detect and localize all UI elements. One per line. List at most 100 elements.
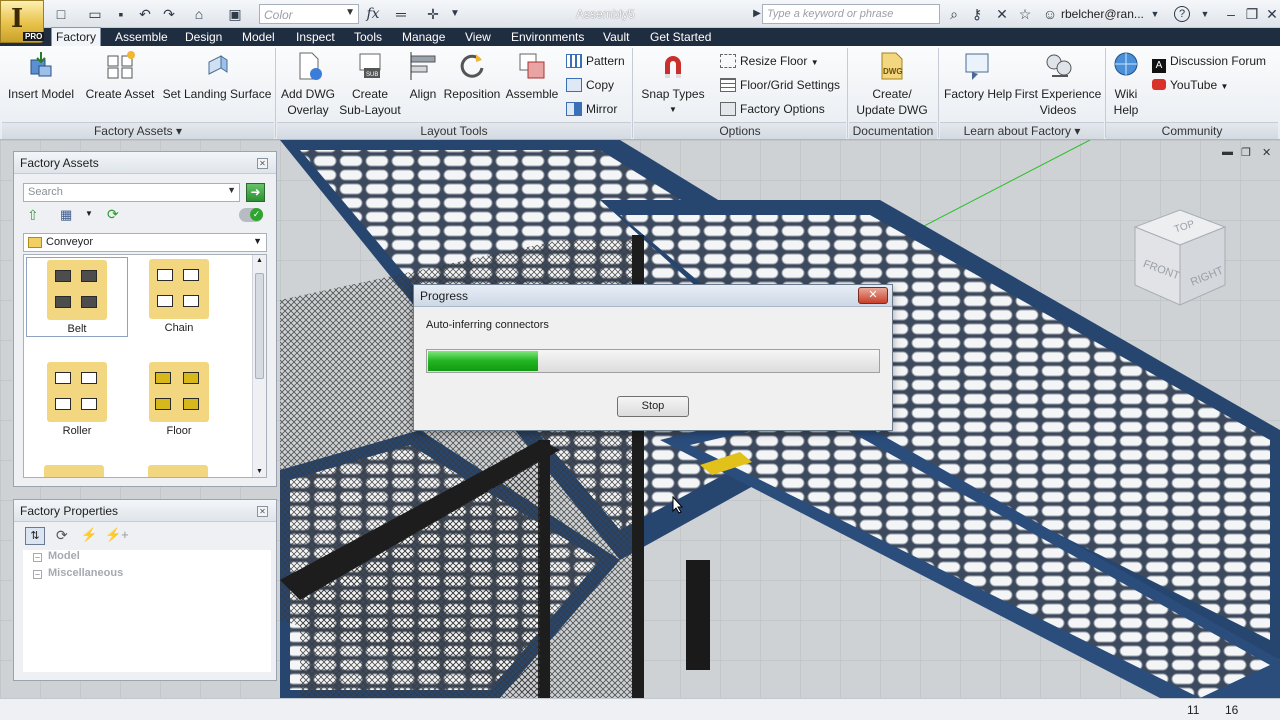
assemble-button[interactable]: Assemble: [504, 50, 560, 102]
viewport-restore-icon[interactable]: ❐: [1241, 146, 1251, 159]
floor-grid-settings-button[interactable]: Floor/Grid Settings: [720, 76, 840, 94]
customize-qat-icon[interactable]: ▼: [446, 5, 464, 23]
close-icon[interactable]: ✕: [257, 158, 268, 169]
help-search-input[interactable]: Type a keyword or phrase: [762, 4, 940, 24]
factory-options-button[interactable]: Factory Options: [720, 100, 825, 118]
chevron-down-icon[interactable]: ▼: [1146, 5, 1164, 23]
refresh-icon[interactable]: ⟳: [107, 206, 119, 223]
svg-text:DWG: DWG: [883, 67, 903, 76]
tab-view[interactable]: View: [461, 28, 495, 46]
color-override-combo[interactable]: Color ▼: [259, 4, 359, 24]
tab-design[interactable]: Design: [181, 28, 226, 46]
group-divider: [632, 48, 633, 138]
videos-icon: [1046, 54, 1072, 77]
help-icon[interactable]: ?: [1174, 6, 1190, 22]
learn-about-factory-group-label[interactable]: Learn about Factory ▾: [940, 122, 1104, 139]
tab-model[interactable]: Model: [238, 28, 279, 46]
viewport-minimize-icon[interactable]: ▬: [1222, 146, 1233, 158]
redo-icon[interactable]: ↷: [160, 5, 178, 23]
asset-roller[interactable]: Roller: [26, 360, 128, 440]
create-sub-layout-button[interactable]: SUB Create Sub-Layout: [338, 50, 402, 118]
tab-environments[interactable]: Environments: [507, 28, 588, 46]
create-asset-button[interactable]: Create Asset: [84, 50, 156, 102]
tab-manage[interactable]: Manage: [398, 28, 449, 46]
new-icon[interactable]: □: [52, 5, 70, 23]
tab-tools[interactable]: Tools: [350, 28, 386, 46]
asset-search-input[interactable]: Search ▼: [23, 183, 240, 202]
collapse-icon[interactable]: –: [33, 553, 42, 562]
factory-help-button[interactable]: Factory Help: [942, 50, 1014, 102]
tab-vault[interactable]: Vault: [599, 28, 633, 46]
category-select[interactable]: Conveyor ▼: [23, 233, 267, 252]
application-menu-button[interactable]: I PRO: [0, 0, 45, 43]
exchange-icon[interactable]: ✕: [993, 5, 1011, 23]
minimize-icon[interactable]: –: [1222, 5, 1240, 23]
binoculars-icon[interactable]: ⌕: [945, 5, 963, 23]
scrollbar-thumb[interactable]: [255, 273, 264, 379]
asset-floor[interactable]: Floor: [128, 360, 230, 440]
create-sub-layout-label-1: Create: [351, 87, 389, 101]
view-mode-icon[interactable]: ▦: [60, 207, 72, 223]
close-icon[interactable]: ✕: [257, 506, 268, 517]
lightning-plus-icon[interactable]: ⚡+: [105, 527, 129, 543]
chevron-down-icon[interactable]: ▼: [85, 209, 93, 218]
chevron-down-icon[interactable]: ▼: [1196, 5, 1214, 23]
mirror-button[interactable]: Mirror: [566, 100, 617, 118]
insert-model-button[interactable]: Insert Model: [6, 50, 76, 102]
stop-button[interactable]: Stop: [617, 396, 689, 417]
viewport-close-icon[interactable]: ✕: [1262, 146, 1271, 159]
chevron-down-icon: ▼: [669, 105, 677, 114]
youtube-button[interactable]: YouTube ▼: [1152, 76, 1228, 94]
search-go-button[interactable]: ➜: [246, 183, 265, 202]
return-icon[interactable]: ⌂: [190, 5, 208, 23]
collapse-icon[interactable]: –: [33, 570, 42, 579]
star-icon[interactable]: ☆: [1016, 5, 1034, 23]
fx-icon[interactable]: fx: [364, 5, 382, 23]
key-icon[interactable]: ⚷: [968, 5, 986, 23]
first-experience-videos-button[interactable]: First Experience Videos: [1014, 50, 1102, 118]
lightning-icon[interactable]: ⚡: [81, 527, 97, 543]
select-icon[interactable]: ▣: [226, 5, 244, 23]
factory-assets-group-label[interactable]: Factory Assets ▾: [2, 122, 274, 139]
measure-icon[interactable]: ═: [392, 5, 410, 23]
resize-floor-button[interactable]: Resize Floor ▼: [720, 52, 819, 70]
pattern-label: Pattern: [586, 54, 625, 68]
cloud-sync-icon[interactable]: ✓: [239, 208, 263, 222]
copy-button[interactable]: Copy: [566, 76, 614, 94]
scroll-down-icon[interactable]: ▼: [256, 468, 263, 475]
snap-types-button[interactable]: Snap Types ▼: [640, 50, 706, 118]
property-row-model[interactable]: – Model: [33, 550, 80, 562]
tab-get-started[interactable]: Get Started: [646, 28, 715, 46]
tab-assemble[interactable]: Assemble: [111, 28, 172, 46]
resize-floor-label: Resize Floor: [740, 54, 808, 68]
align-button[interactable]: Align: [404, 50, 442, 102]
reposition-button[interactable]: Reposition: [442, 50, 502, 102]
asset-belt[interactable]: Belt: [26, 257, 128, 337]
open-icon[interactable]: ▭: [86, 5, 104, 23]
user-name[interactable]: rbelcher@ran...: [1061, 7, 1144, 21]
restore-icon[interactable]: ❐: [1243, 5, 1261, 23]
create-update-dwg-button[interactable]: DWG Create/ Update DWG: [850, 50, 934, 118]
discussion-forum-button[interactable]: A Discussion Forum: [1152, 52, 1266, 73]
tab-inspect[interactable]: Inspect: [292, 28, 339, 46]
refresh-icon[interactable]: ⟳: [56, 527, 68, 544]
viewcube[interactable]: TOP FRONT RIGHT: [1130, 205, 1230, 315]
move-icon[interactable]: ✛: [424, 5, 442, 23]
property-row-miscellaneous[interactable]: – Miscellaneous: [33, 567, 123, 579]
scroll-up-icon[interactable]: ▲: [256, 257, 263, 264]
close-icon[interactable]: ✕: [858, 287, 888, 304]
user-icon[interactable]: ☺: [1041, 5, 1059, 23]
up-level-icon[interactable]: ⇧: [27, 207, 39, 224]
set-landing-surface-button[interactable]: Set Landing Surface: [162, 50, 272, 102]
close-icon[interactable]: ✕: [1263, 5, 1280, 23]
asset-list-scrollbar[interactable]: ▲ ▼: [252, 255, 266, 477]
undo-icon[interactable]: ↶: [136, 5, 154, 23]
add-dwg-overlay-button[interactable]: Add DWG Overlay: [278, 50, 338, 118]
support-post: [686, 560, 710, 670]
sort-alpha-icon[interactable]: ⇅: [25, 527, 45, 545]
save-icon[interactable]: ▪: [112, 5, 130, 23]
asset-chain[interactable]: Chain: [128, 257, 230, 337]
tab-factory[interactable]: Factory: [51, 27, 102, 46]
pattern-button[interactable]: Pattern: [566, 52, 625, 70]
wiki-help-button[interactable]: Wiki Help: [1106, 50, 1146, 118]
